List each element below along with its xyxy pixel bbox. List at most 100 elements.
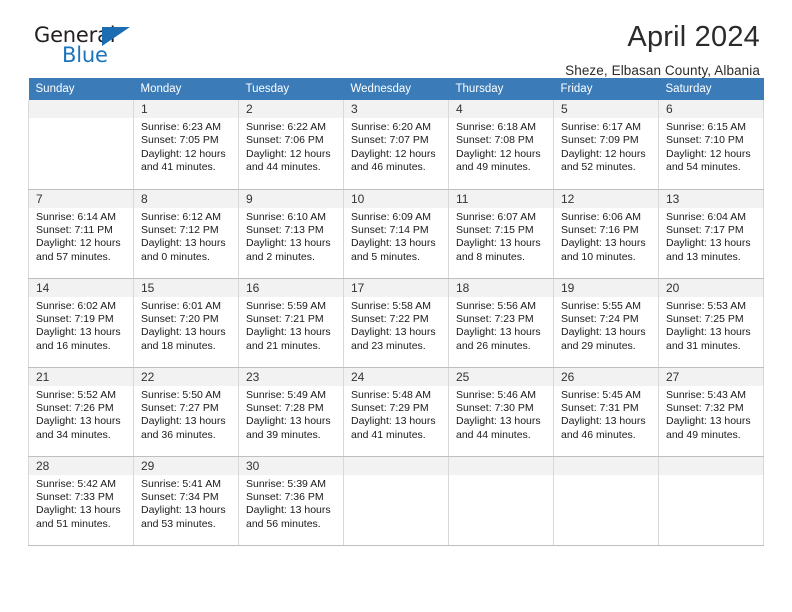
calendar-day-cell[interactable]: 6 Sunrise: 6:15 AM Sunset: 7:10 PM Daylight…: [658, 100, 764, 190]
daylight-text: Daylight: 12 hours and 52 minutes.: [561, 147, 646, 174]
daylight-text: Daylight: 13 hours and 49 minutes.: [666, 415, 751, 441]
day-number: 6: [659, 100, 763, 118]
calendar-day-cell[interactable]: 17 Sunrise: 5:58 AM Sunset: 7:22 PM Dayligh…: [343, 278, 449, 368]
sunset-text: Sunset: 7:22 PM: [351, 312, 429, 325]
sunrise-text: Sunrise: 5:46 AM: [456, 388, 536, 401]
calendar-day-cell[interactable]: 24 Sunrise: 5:48 AM Sunset: 7:29 PM Dayligh…: [343, 367, 449, 457]
sunset-text: Sunset: 7:33 PM: [36, 490, 114, 503]
calendar-day-cell[interactable]: 16 Sunrise: 5:59 AM Sunset: 7:21 PM Dayligh…: [238, 278, 344, 368]
calendar-day-cell[interactable]: 2 Sunrise: 6:22 AM Sunset: 7:06 PM Daylight…: [238, 100, 344, 190]
calendar-day-cell[interactable]: 4 Sunrise: 6:18 AM Sunset: 7:08 PM Daylight…: [448, 100, 554, 190]
calendar-day-cell: [343, 456, 449, 546]
day-number: [659, 456, 763, 475]
calendar-day-cell[interactable]: 15 Sunrise: 6:01 AM Sunset: 7:20 PM Dayligh…: [133, 278, 239, 368]
calendar-day-cell[interactable]: 11 Sunrise: 6:07 AM Sunset: 7:15 PM Dayligh…: [448, 189, 554, 279]
daylight-text: Daylight: 13 hours and 8 minutes.: [456, 237, 541, 263]
weekday-header-friday: Friday: [553, 78, 659, 100]
day-number: 14: [29, 278, 133, 297]
title-block: April 2024 Sheze, Elbasan County, Albani…: [565, 21, 764, 79]
weekday-header-saturday: Saturday: [658, 78, 764, 100]
sunrise-text: Sunrise: 6:15 AM: [666, 121, 746, 133]
calendar-day-cell[interactable]: 26 Sunrise: 5:45 AM Sunset: 7:31 PM Dayligh…: [553, 367, 659, 457]
location-subtitle: Sheze, Elbasan County, Albania: [565, 63, 760, 79]
day-number: 5: [554, 100, 658, 118]
day-number: 22: [134, 367, 238, 386]
daylight-text: Daylight: 13 hours and 0 minutes.: [141, 237, 226, 263]
generalblue-logo[interactable]: General Blue: [28, 22, 138, 68]
day-number: 7: [29, 189, 133, 208]
calendar-day-cell[interactable]: 5 Sunrise: 6:17 AM Sunset: 7:09 PM Daylight…: [553, 100, 659, 190]
calendar-day-cell[interactable]: 29 Sunrise: 5:41 AM Sunset: 7:34 PM Dayligh…: [133, 456, 239, 546]
calendar-day-cell[interactable]: 13 Sunrise: 6:04 AM Sunset: 7:17 PM Dayligh…: [658, 189, 764, 279]
calendar-body: 1 Sunrise: 6:23 AM Sunset: 7:05 PM Daylight…: [28, 100, 764, 546]
calendar-day-cell[interactable]: 20 Sunrise: 5:53 AM Sunset: 7:25 PM Dayligh…: [658, 278, 764, 368]
day-number: [344, 456, 448, 475]
day-details: Sunrise: 5:52 AM Sunset: 7:26 PM Daylight:…: [29, 386, 133, 443]
weekday-header-row: Sunday Monday Tuesday Wednesday Thursday…: [28, 78, 764, 100]
sunrise-text: Sunrise: 5:59 AM: [246, 299, 326, 312]
sunset-text: Sunset: 7:28 PM: [246, 401, 324, 414]
calendar-page: General Blue April 2024 Sheze, Elbasan C…: [0, 0, 792, 612]
day-details: Sunrise: 6:02 AM Sunset: 7:19 PM Daylight:…: [29, 297, 133, 354]
calendar-week-row: 21 Sunrise: 5:52 AM Sunset: 7:26 PM Dayligh…: [28, 367, 764, 457]
daylight-text: Daylight: 13 hours and 56 minutes.: [246, 504, 331, 530]
day-number: 4: [449, 100, 553, 118]
calendar-day-cell[interactable]: 10 Sunrise: 6:09 AM Sunset: 7:14 PM Dayligh…: [343, 189, 449, 279]
daylight-text: Daylight: 13 hours and 23 minutes.: [351, 326, 436, 352]
sunset-text: Sunset: 7:07 PM: [351, 134, 429, 147]
calendar-week-row: 7 Sunrise: 6:14 AM Sunset: 7:11 PM Daylight…: [28, 189, 764, 279]
sunrise-text: Sunrise: 6:22 AM: [246, 121, 326, 133]
daylight-text: Daylight: 13 hours and 36 minutes.: [141, 415, 226, 441]
day-details: Sunrise: 6:20 AM Sunset: 7:07 PM Daylight:…: [344, 118, 448, 175]
calendar-day-cell[interactable]: 21 Sunrise: 5:52 AM Sunset: 7:26 PM Dayligh…: [28, 367, 134, 457]
calendar-day-cell[interactable]: 30 Sunrise: 5:39 AM Sunset: 7:36 PM Dayligh…: [238, 456, 344, 546]
daylight-text: Daylight: 13 hours and 53 minutes.: [141, 504, 226, 530]
calendar-day-cell[interactable]: 23 Sunrise: 5:49 AM Sunset: 7:28 PM Dayligh…: [238, 367, 344, 457]
day-number: 30: [239, 456, 343, 475]
sunrise-text: Sunrise: 6:04 AM: [666, 210, 746, 223]
sunrise-text: Sunrise: 5:42 AM: [36, 477, 116, 490]
daylight-text: Daylight: 12 hours and 54 minutes.: [666, 147, 751, 174]
calendar-day-cell: [448, 456, 554, 546]
day-details: Sunrise: 6:01 AM Sunset: 7:20 PM Daylight:…: [134, 297, 238, 354]
calendar-week-row: 14 Sunrise: 6:02 AM Sunset: 7:19 PM Dayligh…: [28, 278, 764, 368]
weekday-header-thursday: Thursday: [448, 78, 554, 100]
day-details: Sunrise: 6:14 AM Sunset: 7:11 PM Daylight:…: [29, 208, 133, 265]
calendar-day-cell[interactable]: 8 Sunrise: 6:12 AM Sunset: 7:12 PM Daylight…: [133, 189, 239, 279]
calendar-day-cell[interactable]: 3 Sunrise: 6:20 AM Sunset: 7:07 PM Daylight…: [343, 100, 449, 190]
calendar-day-cell[interactable]: 27 Sunrise: 5:43 AM Sunset: 7:32 PM Dayligh…: [658, 367, 764, 457]
calendar-day-cell[interactable]: 25 Sunrise: 5:46 AM Sunset: 7:30 PM Dayligh…: [448, 367, 554, 457]
calendar-day-cell[interactable]: 18 Sunrise: 5:56 AM Sunset: 7:23 PM Dayligh…: [448, 278, 554, 368]
calendar-day-cell[interactable]: 14 Sunrise: 6:02 AM Sunset: 7:19 PM Dayligh…: [28, 278, 134, 368]
daylight-text: Daylight: 13 hours and 34 minutes.: [36, 415, 121, 441]
day-number: 11: [449, 189, 553, 208]
daylight-text: Daylight: 13 hours and 21 minutes.: [246, 326, 331, 352]
daylight-text: Daylight: 13 hours and 13 minutes.: [666, 237, 751, 263]
sunrise-text: Sunrise: 5:45 AM: [561, 388, 641, 401]
daylight-text: Daylight: 13 hours and 29 minutes.: [561, 326, 646, 352]
sunrise-text: Sunrise: 6:09 AM: [351, 210, 431, 223]
day-number: 28: [29, 456, 133, 475]
calendar-day-cell[interactable]: 7 Sunrise: 6:14 AM Sunset: 7:11 PM Daylight…: [28, 189, 134, 279]
calendar-day-cell[interactable]: 1 Sunrise: 6:23 AM Sunset: 7:05 PM Daylight…: [133, 100, 239, 190]
calendar-table: Sunday Monday Tuesday Wednesday Thursday…: [28, 78, 764, 546]
sunset-text: Sunset: 7:30 PM: [456, 401, 534, 414]
day-number: 19: [554, 278, 658, 297]
day-details: Sunrise: 5:56 AM Sunset: 7:23 PM Daylight:…: [449, 297, 553, 354]
day-details: Sunrise: 6:15 AM Sunset: 7:10 PM Daylight:…: [659, 118, 763, 175]
weekday-header-wednesday: Wednesday: [343, 78, 449, 100]
calendar-day-cell[interactable]: 22 Sunrise: 5:50 AM Sunset: 7:27 PM Dayligh…: [133, 367, 239, 457]
daylight-text: Daylight: 13 hours and 5 minutes.: [351, 237, 436, 263]
calendar-day-cell[interactable]: 12 Sunrise: 6:06 AM Sunset: 7:16 PM Dayligh…: [553, 189, 659, 279]
page-title: April 2024: [627, 21, 760, 53]
daylight-text: Daylight: 12 hours and 44 minutes.: [246, 147, 331, 174]
calendar-day-cell[interactable]: 9 Sunrise: 6:10 AM Sunset: 7:13 PM Daylight…: [238, 189, 344, 279]
day-details: Sunrise: 5:45 AM Sunset: 7:31 PM Daylight:…: [554, 386, 658, 443]
day-number: 21: [29, 367, 133, 386]
day-number: [449, 456, 553, 475]
calendar-day-cell[interactable]: 28 Sunrise: 5:42 AM Sunset: 7:33 PM Dayligh…: [28, 456, 134, 546]
daylight-text: Daylight: 13 hours and 46 minutes.: [561, 415, 646, 441]
calendar-day-cell[interactable]: 19 Sunrise: 5:55 AM Sunset: 7:24 PM Dayligh…: [553, 278, 659, 368]
sunrise-text: Sunrise: 5:52 AM: [36, 388, 116, 401]
sunset-text: Sunset: 7:29 PM: [351, 401, 429, 414]
